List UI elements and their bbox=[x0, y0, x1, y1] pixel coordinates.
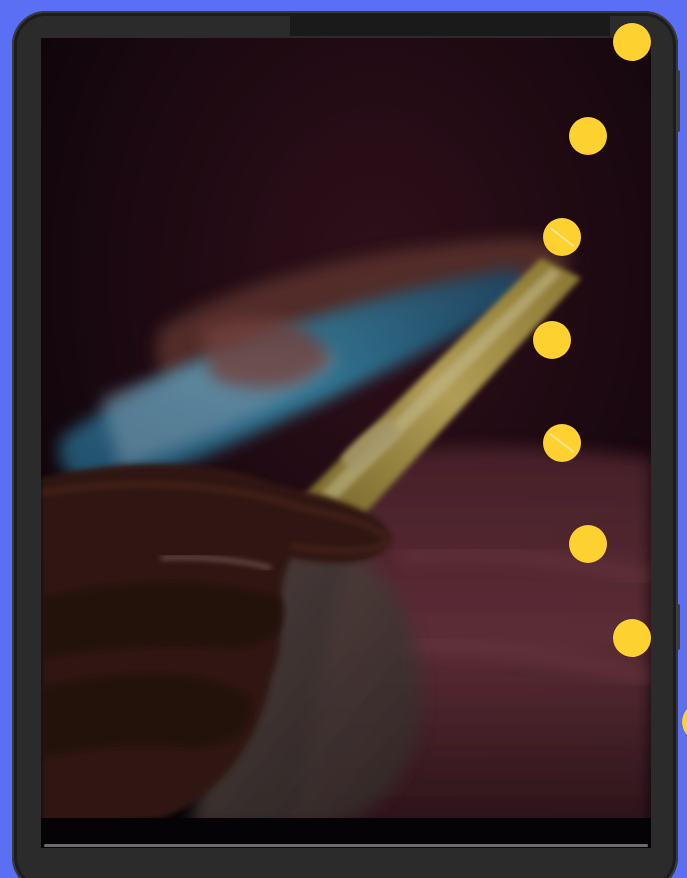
yellow-dot-7 bbox=[613, 619, 651, 657]
yellow-dot-5 bbox=[543, 424, 581, 462]
volume-button bbox=[676, 70, 680, 132]
yellow-dot-6 bbox=[569, 525, 607, 563]
bezel-top-edge bbox=[290, 14, 610, 36]
yellow-dot-1 bbox=[613, 23, 651, 61]
yellow-dot-8 bbox=[682, 703, 687, 741]
yellow-dot-2 bbox=[569, 117, 607, 155]
yellow-dot-3 bbox=[543, 218, 581, 256]
side-button bbox=[676, 604, 680, 650]
stage bbox=[0, 0, 687, 878]
yellow-dot-4 bbox=[533, 321, 571, 359]
home-indicator bbox=[44, 844, 648, 847]
